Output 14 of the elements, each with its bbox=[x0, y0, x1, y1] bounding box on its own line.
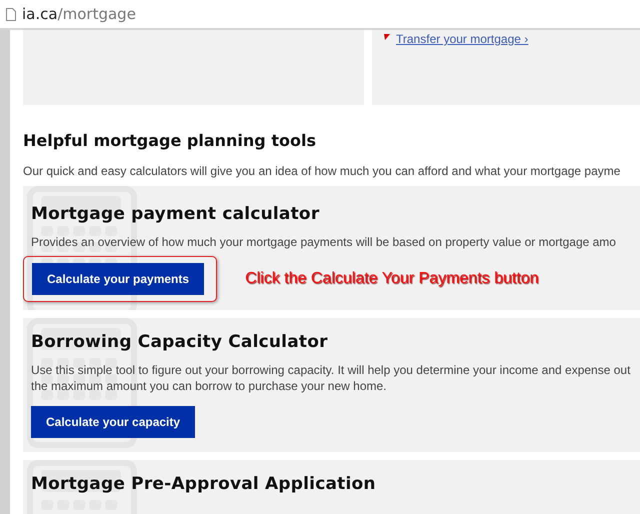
flag-icon bbox=[384, 34, 390, 40]
url-text[interactable]: ia.ca/mortgage bbox=[22, 5, 136, 23]
calculate-button[interactable]: Calculate your capacity bbox=[31, 406, 196, 438]
section-title: Helpful mortgage planning tools bbox=[23, 131, 317, 150]
section-intro: Our quick and easy calculators will give you an idea of how much you can afford and what your mortgage payme bbox=[23, 164, 622, 178]
card-title: Mortgage Pre-Approval Application bbox=[31, 474, 377, 494]
card-description: Provides an overview of how much your mortgage payments will be based on property value or mortgage amo bbox=[31, 234, 617, 250]
card-title: Mortgage payment calculator bbox=[31, 204, 320, 224]
card-title: Borrowing Capacity Calculator bbox=[31, 332, 329, 352]
card-description: Use this simple tool to figure out your borrowing capacity. It will help you determine your income and expense out the maximum amount you can borrow to purchase your new home. bbox=[31, 362, 631, 394]
transfer-link[interactable]: Transfer your mortgage › bbox=[396, 32, 528, 46]
page-icon bbox=[6, 8, 16, 20]
annotation-text: Click the Calculate Your Payments button bbox=[245, 270, 539, 288]
calculate-button[interactable]: Calculate your payments bbox=[32, 263, 204, 295]
